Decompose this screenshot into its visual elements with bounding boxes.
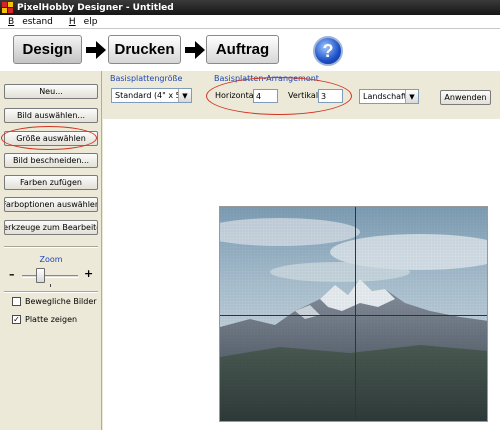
design-canvas[interactable]	[103, 119, 500, 430]
pixelhobby-logo-icon	[2, 1, 14, 14]
sidebar-divider	[4, 291, 98, 293]
zoom-out-icon[interactable]: –	[9, 268, 15, 281]
window-title: PixelHobby Designer - Untitled	[17, 2, 174, 13]
edit-tools-button[interactable]: Werkzeuge zum Bearbeiten	[4, 220, 98, 235]
zoom-in-icon[interactable]: +	[84, 267, 93, 280]
movable-images-checkbox[interactable]: Bewegliche Bilder	[12, 297, 97, 306]
checkbox-label: Bewegliche Bilder	[25, 297, 97, 306]
workflow-step-bar: Design Drucken Auftrag ?	[0, 29, 500, 71]
show-plate-checkbox[interactable]: ✓ Platte zeigen	[12, 315, 77, 324]
step-design-button[interactable]: Design	[13, 35, 82, 64]
chevron-down-icon[interactable]: ▼	[405, 90, 418, 103]
zoom-slider-track[interactable]	[22, 275, 78, 278]
add-colors-button[interactable]: Farben zufügen	[4, 175, 98, 190]
horizontal-input[interactable]: 4	[253, 89, 278, 103]
options-bar: Basisplattengröße Standard (4" x 5") ▼ B…	[102, 71, 500, 119]
arrow-right-icon	[185, 41, 205, 59]
baseplate-size-label: Basisplattengröße	[110, 74, 183, 83]
baseplate-size-value: Standard (4" x 5")	[115, 91, 188, 100]
new-button[interactable]: Neu...	[4, 84, 98, 99]
pixel-mosaic-preview[interactable]	[219, 206, 488, 422]
color-options-button[interactable]: Farboptionen auswählen	[4, 197, 98, 212]
checkbox-label: Platte zeigen	[25, 315, 78, 324]
step-auftrag-button[interactable]: Auftrag	[206, 35, 279, 64]
baseplate-size-select[interactable]: Standard (4" x 5") ▼	[111, 88, 192, 103]
chevron-down-icon[interactable]: ▼	[178, 89, 191, 102]
arrangement-label: Basisplatten-Arrangement	[214, 74, 319, 83]
menu-bar: Bestand Help	[0, 15, 500, 29]
arrow-right-icon	[86, 41, 106, 59]
crop-image-button[interactable]: Bild beschneiden...	[4, 153, 98, 168]
menu-bestand[interactable]: Bestand	[0, 17, 61, 27]
vertical-input[interactable]: 3	[318, 89, 343, 103]
baseplate-grid	[220, 207, 487, 421]
app-window: PixelHobby Designer - Untitled Bestand H…	[0, 0, 500, 430]
select-image-button[interactable]: Bild auswählen...	[4, 108, 98, 123]
title-bar: PixelHobby Designer - Untitled	[0, 0, 500, 15]
step-drucken-button[interactable]: Drucken	[108, 35, 181, 64]
zoom-slider-thumb[interactable]	[36, 268, 46, 283]
orientation-select[interactable]: Landschaft ▼	[359, 89, 419, 104]
menu-help[interactable]: Help	[61, 17, 106, 27]
zoom-slider-tick	[50, 284, 51, 287]
orientation-value: Landschaft	[363, 92, 407, 101]
select-size-button[interactable]: Größe auswählen	[4, 131, 98, 146]
checkbox-box[interactable]: ✓	[12, 315, 21, 324]
zoom-label: Zoom	[39, 255, 63, 264]
sidebar-divider	[4, 246, 98, 248]
checkbox-box[interactable]	[12, 297, 21, 306]
vertical-label: Vertikal:	[288, 91, 321, 100]
horizontal-label: Horizontal:	[215, 91, 259, 100]
help-icon[interactable]: ?	[313, 36, 343, 66]
apply-button[interactable]: Anwenden	[440, 90, 491, 105]
left-sidebar: Neu... Bild auswählen... Größe auswählen…	[0, 71, 102, 430]
